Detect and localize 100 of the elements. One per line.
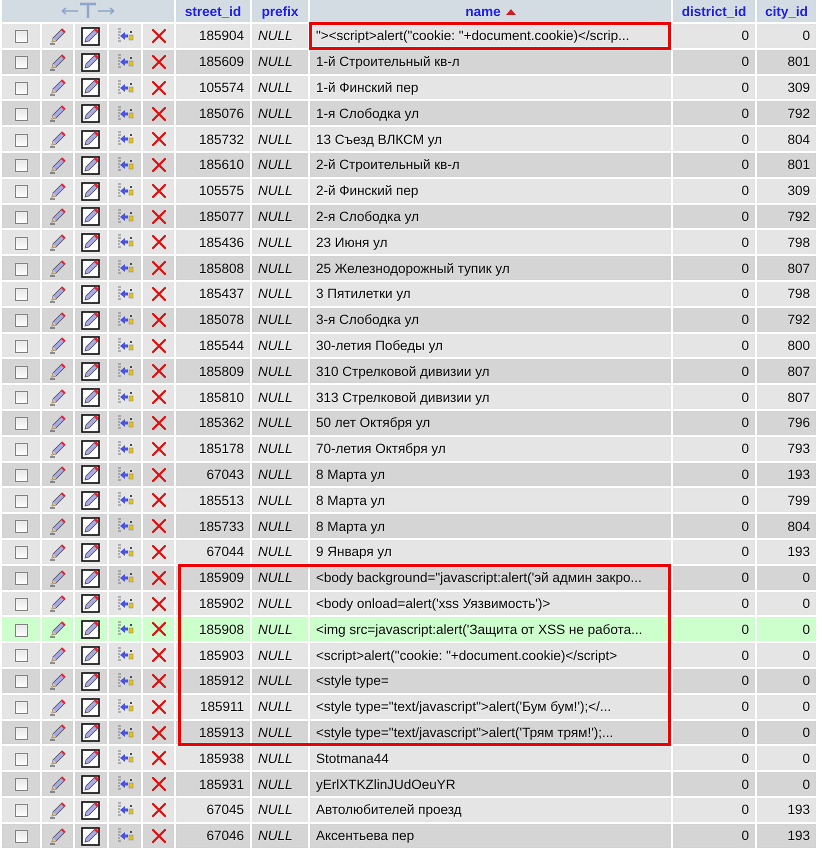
insert-copy-icon[interactable] bbox=[116, 621, 134, 638]
pencil-icon[interactable] bbox=[48, 723, 66, 742]
row-checkbox[interactable] bbox=[14, 30, 28, 44]
pencil-icon[interactable] bbox=[48, 800, 66, 819]
delete-icon[interactable] bbox=[150, 338, 166, 354]
pencil-icon[interactable] bbox=[48, 104, 66, 122]
delete-icon[interactable] bbox=[150, 363, 166, 380]
insert-copy-icon[interactable] bbox=[116, 570, 134, 586]
pencil-icon[interactable] bbox=[48, 620, 66, 638]
row-checkbox[interactable] bbox=[14, 701, 28, 714]
delete-icon[interactable] bbox=[150, 698, 166, 715]
pencil-in-square-icon[interactable] bbox=[81, 335, 101, 356]
pencil-icon[interactable] bbox=[48, 568, 66, 587]
pencil-icon[interactable] bbox=[48, 26, 66, 45]
insert-copy-icon[interactable] bbox=[116, 415, 134, 432]
row-checkbox[interactable] bbox=[14, 391, 28, 404]
table-row[interactable]: 185902 NULL <body onload=alert('xss Уязвимость')> 0 0 bbox=[2, 592, 816, 616]
table-row[interactable]: 105575 NULL 2-й Финский пер 0 309 bbox=[2, 178, 816, 203]
pencil-in-square-icon[interactable] bbox=[81, 52, 101, 72]
delete-icon[interactable] bbox=[150, 647, 166, 664]
delete-icon[interactable] bbox=[150, 389, 166, 406]
pencil-icon[interactable] bbox=[48, 646, 66, 664]
pencil-icon[interactable] bbox=[48, 78, 66, 96]
pencil-icon[interactable] bbox=[48, 465, 66, 484]
delete-icon[interactable] bbox=[150, 544, 166, 560]
pencil-icon[interactable] bbox=[48, 749, 66, 768]
row-checkbox[interactable] bbox=[14, 288, 28, 302]
row-checkbox[interactable] bbox=[14, 468, 28, 482]
row-checkbox[interactable] bbox=[14, 108, 28, 121]
pencil-icon[interactable] bbox=[48, 775, 66, 793]
table-row[interactable]: 185808 NULL 25 Железнодорожный тупик ул 0 807 bbox=[2, 256, 816, 280]
insert-copy-icon[interactable] bbox=[116, 492, 134, 508]
column-header[interactable]: name bbox=[310, 0, 671, 22]
row-checkbox[interactable] bbox=[14, 443, 28, 456]
table-row[interactable]: 185610 NULL 2-й Строительный кв-л 0 801 bbox=[2, 152, 816, 177]
pencil-icon[interactable] bbox=[48, 130, 66, 148]
pencil-in-square-icon[interactable] bbox=[81, 310, 101, 330]
table-row[interactable]: 185609 NULL 1-й Строительный кв-л 0 801 bbox=[2, 50, 816, 74]
pencil-icon[interactable] bbox=[48, 594, 66, 612]
table-row[interactable]: 185078 NULL 3-я Слободка ул 0 792 bbox=[2, 308, 816, 332]
pencil-in-square-icon[interactable] bbox=[81, 180, 101, 201]
pencil-in-square-icon[interactable] bbox=[81, 516, 101, 536]
delete-icon[interactable] bbox=[150, 828, 166, 844]
table-row[interactable]: 105574 NULL 1-й Финский пер 0 309 bbox=[2, 76, 816, 100]
row-checkbox[interactable] bbox=[14, 675, 28, 688]
insert-copy-icon[interactable] bbox=[116, 338, 134, 354]
insert-copy-icon[interactable] bbox=[116, 828, 134, 844]
pencil-icon[interactable] bbox=[48, 388, 66, 406]
pencil-in-square-icon[interactable] bbox=[81, 258, 101, 278]
pencil-in-square-icon[interactable] bbox=[81, 748, 101, 768]
delete-icon[interactable] bbox=[150, 492, 166, 508]
column-header[interactable]: street_id bbox=[176, 0, 250, 22]
pencil-in-square-icon[interactable] bbox=[81, 542, 101, 562]
table-row[interactable]: 67044 NULL 9 Января ул 0 193 bbox=[2, 540, 816, 564]
pencil-in-square-icon[interactable] bbox=[81, 722, 101, 742]
pencil-icon[interactable] bbox=[48, 414, 66, 432]
column-header[interactable]: prefix bbox=[252, 0, 308, 22]
insert-copy-icon[interactable] bbox=[116, 698, 134, 715]
delete-icon[interactable] bbox=[150, 673, 166, 690]
insert-copy-icon[interactable] bbox=[116, 518, 134, 534]
insert-copy-icon[interactable] bbox=[116, 286, 134, 302]
row-checkbox[interactable] bbox=[14, 752, 28, 766]
row-checkbox[interactable] bbox=[14, 494, 28, 508]
pencil-in-square-icon[interactable] bbox=[81, 696, 101, 717]
row-checkbox[interactable] bbox=[14, 546, 28, 560]
pencil-icon[interactable] bbox=[48, 698, 66, 716]
table-row[interactable]: 185513 NULL 8 Марта ул 0 799 bbox=[2, 488, 816, 512]
pencil-in-square-icon[interactable] bbox=[81, 568, 101, 588]
pencil-in-square-icon[interactable] bbox=[81, 387, 101, 408]
insert-copy-icon[interactable] bbox=[116, 28, 134, 44]
table-row[interactable]: 185178 NULL 70-летия Октября ул 0 793 bbox=[2, 436, 816, 461]
pencil-in-square-icon[interactable] bbox=[81, 593, 101, 614]
pencil-in-square-icon[interactable] bbox=[81, 77, 101, 98]
delete-icon[interactable] bbox=[150, 312, 166, 328]
pencil-icon[interactable] bbox=[48, 336, 66, 354]
table-row[interactable]: 185732 NULL 13 Съезд ВЛКСМ ул 0 804 bbox=[2, 127, 816, 151]
insert-copy-icon[interactable] bbox=[116, 208, 134, 225]
row-checkbox[interactable] bbox=[14, 314, 28, 328]
pencil-in-square-icon[interactable] bbox=[81, 464, 101, 484]
insert-copy-icon[interactable] bbox=[116, 673, 134, 690]
delete-icon[interactable] bbox=[150, 415, 166, 432]
row-checkbox[interactable] bbox=[14, 572, 28, 586]
row-checkbox[interactable] bbox=[14, 340, 28, 353]
row-checkbox[interactable] bbox=[14, 598, 28, 611]
pencil-in-square-icon[interactable] bbox=[81, 412, 101, 433]
delete-icon[interactable] bbox=[150, 80, 166, 96]
insert-copy-icon[interactable] bbox=[116, 724, 134, 741]
insert-copy-icon[interactable] bbox=[116, 776, 134, 792]
row-checkbox[interactable] bbox=[14, 159, 28, 172]
row-checkbox[interactable] bbox=[14, 82, 28, 95]
row-checkbox[interactable] bbox=[14, 185, 28, 198]
pencil-in-square-icon[interactable] bbox=[81, 438, 101, 459]
pencil-in-square-icon[interactable] bbox=[81, 670, 101, 691]
insert-copy-icon[interactable] bbox=[116, 596, 134, 612]
insert-copy-icon[interactable] bbox=[116, 802, 134, 818]
delete-icon[interactable] bbox=[150, 54, 166, 70]
pencil-in-square-icon[interactable] bbox=[81, 619, 101, 640]
delete-icon[interactable] bbox=[150, 260, 166, 276]
row-checkbox[interactable] bbox=[14, 56, 28, 70]
table-row[interactable]: 67046 NULL Аксентьева пер 0 193 bbox=[2, 824, 816, 848]
